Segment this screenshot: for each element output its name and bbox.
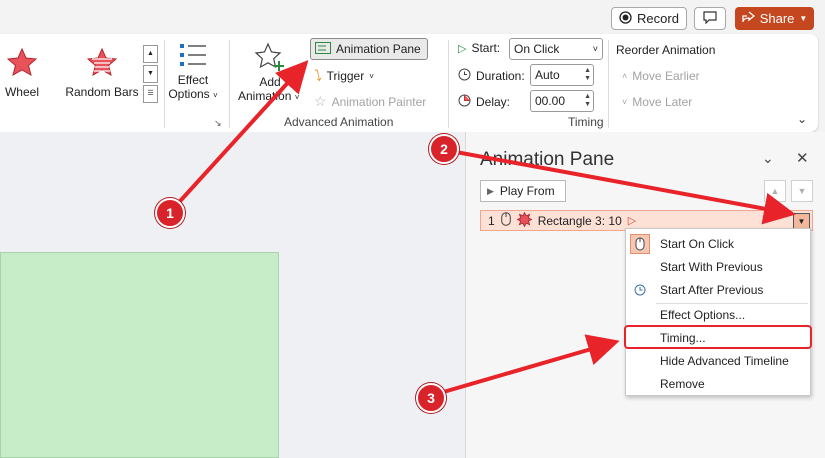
annotation-arrow-3 — [439, 334, 620, 395]
callout-badge-1: 1 — [155, 198, 185, 228]
annotation-arrow-2 — [444, 148, 796, 225]
callout-badge-2: 2 — [429, 134, 459, 164]
annotation-arrows — [170, 60, 796, 395]
annotation-arrow-1 — [170, 60, 309, 212]
callout-badge-3: 3 — [416, 383, 446, 413]
